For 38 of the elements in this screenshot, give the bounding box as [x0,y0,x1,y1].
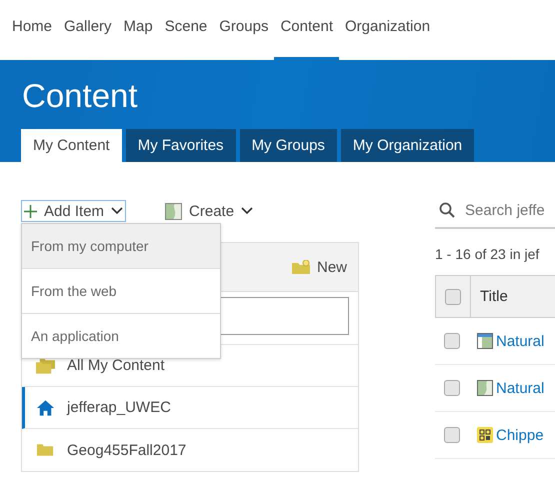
column-header: Title [479,288,508,305]
item-title-link[interactable]: Natural [496,380,544,396]
nav-link[interactable]: Scene [158,0,214,60]
caret-icon [241,207,254,215]
caret-icon [111,207,124,215]
plus-icon [24,204,37,218]
checkbox[interactable] [444,380,460,396]
nav-link[interactable]: Gallery [58,0,118,60]
checkbox[interactable] [445,288,461,304]
checkbox[interactable] [444,333,460,349]
menu-item[interactable]: From my computer [22,224,220,269]
tab[interactable]: My Content [21,129,122,162]
folder-icon [36,442,55,458]
map-icon [477,380,493,396]
tab[interactable]: My Groups [240,129,337,162]
item-title-link[interactable]: Chippe [496,426,544,444]
menu-item[interactable]: From the web [22,269,220,314]
app-icon [477,427,493,443]
folder-icon [292,260,310,274]
add-item-button[interactable]: Add Item [21,200,126,222]
nav-link[interactable]: Map [118,0,159,60]
tab[interactable]: My Organization [340,129,474,162]
tab[interactable]: My Favorites [126,129,236,162]
nav-link[interactable]: Groups [213,0,274,60]
item-title-link[interactable]: Natural [496,332,544,350]
nav-link[interactable]: Organization [339,0,436,60]
checkbox[interactable] [444,427,460,443]
result-count: 1 - 16 of 23 in jef [435,246,540,264]
page-title: Content [22,77,138,115]
new-folder-button[interactable]: New [288,258,350,276]
folder-item[interactable]: jefferap_UWEC [22,387,358,429]
search-icon [439,202,455,218]
create-button[interactable]: Create [162,200,256,222]
nav-link[interactable]: Home [6,0,58,60]
map-icon [165,202,182,220]
map-icon [477,333,493,349]
home-icon [36,400,55,416]
folder-item[interactable]: Geog455Fall2017 [22,429,358,471]
